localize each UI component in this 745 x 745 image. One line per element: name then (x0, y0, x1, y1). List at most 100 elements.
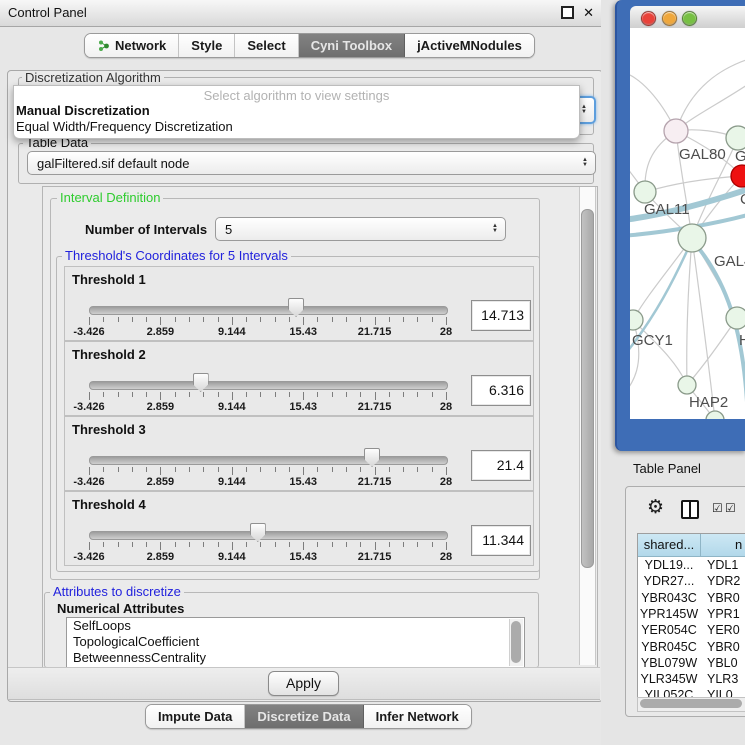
attribute-list-item[interactable]: BetweennessCentrality (67, 650, 524, 666)
gear-icon[interactable]: ⚙ (647, 498, 664, 517)
slider-tick-label: -3.426 (73, 326, 104, 338)
attribute-list-item[interactable]: SelfLoops (67, 618, 524, 634)
cell-name: YER0 (707, 622, 740, 638)
cell-name: YPR1 (707, 606, 740, 622)
slider-minor-tick (403, 542, 404, 547)
slider-major-tick (375, 392, 376, 400)
table-horizontal-scrollbar[interactable] (637, 697, 745, 712)
node-table[interactable]: shared... n YDL19...YDL1YDR27...YDR2YBR0… (637, 533, 745, 697)
threshold-value-field[interactable]: 6.316 (471, 375, 531, 406)
table-scrollbar-thumb[interactable] (640, 699, 742, 708)
network-edge[interactable] (633, 320, 687, 385)
slider-track[interactable] (89, 306, 448, 315)
network-node-label: H (739, 332, 745, 349)
slider-minor-tick (260, 317, 261, 322)
apply-button[interactable]: Apply (268, 671, 339, 696)
checkbox-icon[interactable]: ☑ (725, 502, 736, 514)
close-traffic-light[interactable] (641, 11, 656, 26)
table-row[interactable]: YER054CYER0 (638, 622, 745, 638)
table-row[interactable]: YBR043CYBR0 (638, 590, 745, 606)
table-row[interactable]: YBR045CYBR0 (638, 639, 745, 655)
threshold-value-field[interactable]: 11.344 (471, 525, 531, 556)
slider-major-tick (232, 317, 233, 325)
network-edge[interactable] (687, 238, 692, 385)
numerical-attributes-label: Numerical Attributes (57, 601, 184, 616)
tab-impute-data[interactable]: Impute Data (146, 705, 245, 728)
vertical-scrollbar-thumb[interactable] (581, 209, 594, 568)
slider-track[interactable] (89, 531, 448, 540)
slider-minor-tick (218, 467, 219, 472)
slider-tick-label: 21.715 (358, 551, 392, 563)
threshold-value-field[interactable]: 14.713 (471, 300, 531, 331)
network-canvas[interactable]: GAL80GCGAL11GAL4GCY1HHAP2 (630, 28, 745, 419)
cell-name: YLR3 (707, 671, 738, 687)
table-row[interactable]: YIL052CYIL0 (638, 687, 745, 697)
column-header-shared-name[interactable]: shared... (638, 534, 701, 557)
threshold-value-field[interactable]: 21.4 (471, 450, 531, 481)
slider-tick-label: 2.859 (147, 551, 175, 563)
slider-minor-tick (289, 467, 290, 472)
slider-tick-label: 21.715 (358, 401, 392, 413)
float-window-icon[interactable] (561, 6, 574, 19)
network-node[interactable] (726, 126, 745, 150)
slider-tick-label: 28 (440, 326, 452, 338)
network-edge[interactable] (687, 318, 737, 385)
minimize-traffic-light[interactable] (662, 11, 677, 26)
table-data-combobox[interactable]: galFiltered.sif default node ▲▼ (27, 151, 596, 175)
interval-definition-title: Interval Definition (57, 191, 163, 204)
slider-track[interactable] (89, 381, 448, 390)
zoom-traffic-light[interactable] (682, 11, 697, 26)
tab-style[interactable]: Style (179, 34, 235, 57)
tab-select[interactable]: Select (235, 34, 298, 57)
slider-minor-tick (103, 317, 104, 322)
table-panel-toolbar: ⚙ ☑ ☑ (626, 487, 745, 532)
table-row[interactable]: YPR145WYPR1 (638, 606, 745, 622)
tab-discretize-data[interactable]: Discretize Data (245, 705, 363, 728)
network-node[interactable] (726, 307, 745, 329)
algorithm-option[interactable]: Equal Width/Frequency Discretization (14, 119, 579, 135)
network-node[interactable] (664, 119, 688, 143)
tab-infer-network[interactable]: Infer Network (364, 705, 471, 728)
slider-minor-tick (118, 392, 119, 397)
cell-shared-name: YLR345W (638, 671, 700, 687)
slider-track[interactable] (89, 456, 448, 465)
slider-minor-tick (346, 467, 347, 472)
table-row[interactable]: YDR27...YDR2 (638, 573, 745, 589)
slider-minor-tick (146, 392, 147, 397)
attributes-scrollbar[interactable] (509, 619, 523, 666)
column-header-name[interactable]: n (701, 534, 745, 557)
cell-name: YBR0 (707, 639, 740, 655)
split-columns-icon[interactable] (681, 500, 699, 519)
tab-cyni-toolbox[interactable]: Cyni Toolbox (299, 34, 405, 57)
slider-minor-tick (432, 467, 433, 472)
table-row[interactable]: YDL19...YDL1 (638, 557, 745, 573)
checkbox-icon[interactable]: ☑ (712, 502, 723, 514)
table-row[interactable]: YLR345W YLR3 (638, 671, 745, 687)
slider-minor-tick (275, 542, 276, 547)
network-node-label: G (735, 148, 745, 165)
numerical-attributes-list[interactable]: SelfLoopsTopologicalCoefficientBetweenne… (66, 617, 525, 668)
num-intervals-combobox[interactable]: 5 ▲▼ (215, 217, 506, 241)
network-edge[interactable] (633, 238, 692, 320)
attribute-list-item[interactable]: TopologicalCoefficient (67, 634, 524, 650)
table-row[interactable]: YBL079WYBL0 (638, 655, 745, 671)
network-edge[interactable] (645, 176, 742, 192)
network-node-label: C (740, 191, 745, 208)
network-node-label: GAL4 (714, 253, 745, 270)
network-node[interactable] (731, 165, 745, 187)
slider-minor-tick (432, 392, 433, 397)
algorithm-option[interactable]: Manual Discretization (14, 103, 579, 119)
network-edge[interactable] (676, 58, 745, 131)
tab-network[interactable]: Network (85, 34, 179, 57)
slider-minor-tick (246, 392, 247, 397)
close-icon[interactable]: ✕ (583, 6, 594, 19)
attributes-scrollbar-thumb[interactable] (511, 621, 521, 663)
tab-jactivemnodules[interactable]: jActiveMNodules (405, 34, 534, 57)
network-node[interactable] (634, 181, 656, 203)
cell-name: YDR2 (707, 573, 740, 589)
network-node[interactable] (678, 224, 706, 252)
network-window-titlebar[interactable] (630, 6, 745, 29)
network-node[interactable] (678, 376, 696, 394)
slider-tick-label: -3.426 (73, 551, 104, 563)
network-node[interactable] (630, 310, 643, 330)
